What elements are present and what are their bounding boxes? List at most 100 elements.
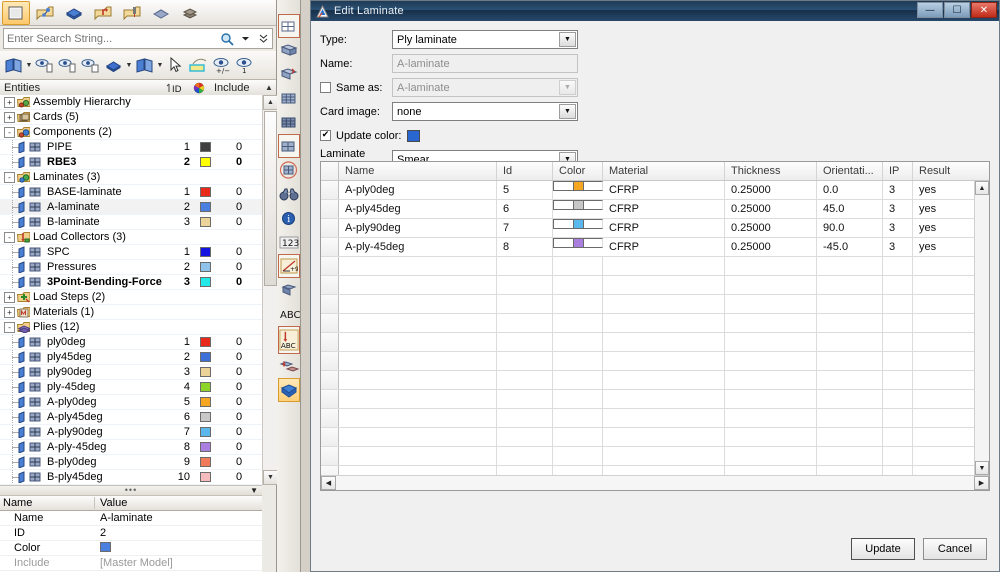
isolate-dropdown-icon[interactable]: ▼ [25, 53, 33, 78]
tree-item[interactable]: - Components (2) [0, 125, 262, 140]
tree-expander[interactable]: - [4, 321, 15, 333]
tree-item[interactable]: A-ply0deg 5 0 [0, 395, 262, 410]
element-display-icon[interactable] [133, 53, 156, 78]
cell-empty[interactable] [497, 390, 553, 408]
cell-empty[interactable] [603, 409, 725, 427]
cell-result[interactable]: yes [913, 238, 974, 256]
mesh-quality-icon[interactable] [278, 86, 300, 110]
tree-item[interactable]: + Assembly Hierarchy [0, 95, 262, 110]
table-empty-row[interactable] [321, 390, 974, 409]
cell-empty[interactable] [817, 466, 883, 475]
cell-ip[interactable]: 3 [883, 238, 913, 256]
cell-empty[interactable] [817, 352, 883, 370]
tree-item[interactable]: + Materials (1) [0, 305, 262, 320]
table-empty-row[interactable] [321, 276, 974, 295]
cancel-button[interactable]: Cancel [923, 538, 987, 560]
row-selector-cell[interactable] [321, 428, 339, 446]
cell-empty[interactable] [497, 276, 553, 294]
cell-empty[interactable] [339, 466, 497, 475]
table-header-c-id[interactable]: Id [497, 162, 553, 180]
cell-empty[interactable] [553, 371, 603, 389]
cell-empty[interactable] [817, 409, 883, 427]
cell-empty[interactable] [913, 447, 974, 465]
table-scroll-up-button[interactable]: ▲ [975, 181, 989, 195]
tree-expander[interactable]: - [4, 126, 15, 138]
cell-empty[interactable] [725, 428, 817, 446]
mesh-2d-icon[interactable] [278, 38, 300, 62]
table-empty-row[interactable] [321, 314, 974, 333]
row-selector-cell[interactable] [321, 333, 339, 351]
stack-browser-tab[interactable] [176, 1, 204, 25]
type-select[interactable]: Ply laminate ▼ [392, 30, 578, 49]
table-header-c-name[interactable]: Name [339, 162, 497, 180]
mesh-circle-select-icon[interactable] [278, 158, 300, 182]
search-expand-icon[interactable] [254, 29, 272, 48]
tree-expander[interactable]: + [4, 111, 15, 123]
table-header-c-ip[interactable]: IP [883, 162, 913, 180]
display-plus-minus-icon[interactable]: +/− [210, 53, 233, 78]
cell-empty[interactable] [817, 447, 883, 465]
table-empty-row[interactable] [321, 466, 974, 475]
dialog-title-bar[interactable]: Edit Laminate — ☐ ✕ [311, 1, 999, 21]
cell-empty[interactable] [883, 295, 913, 313]
tree-item-color-swatch[interactable] [194, 472, 216, 482]
same-as-select[interactable]: A-laminate ▼ [392, 78, 578, 97]
row-selector-cell[interactable] [321, 390, 339, 408]
cell-empty[interactable] [603, 257, 725, 275]
table-empty-row[interactable] [321, 447, 974, 466]
cell-material[interactable]: CFRP [603, 200, 725, 218]
tree-expander[interactable]: - [4, 171, 15, 183]
cell-empty[interactable] [339, 447, 497, 465]
cell-name[interactable]: A-ply0deg [339, 181, 497, 199]
cell-ip[interactable]: 3 [883, 200, 913, 218]
cell-empty[interactable] [497, 409, 553, 427]
table-vertical-scrollbar[interactable]: ▲ ▼ [974, 181, 989, 475]
isolate-icon[interactable] [2, 53, 25, 78]
table-empty-row[interactable] [321, 333, 974, 352]
abc-label-icon[interactable]: ABC [278, 302, 300, 326]
include-browser-tab[interactable] [118, 1, 146, 25]
header-scroll-up-icon[interactable]: ▲ [262, 83, 276, 92]
cell-orientation[interactable]: 45.0 [817, 200, 883, 218]
tree-item[interactable]: ply-45deg 4 0 [0, 380, 262, 395]
cell-empty[interactable] [725, 314, 817, 332]
tree-item[interactable]: A-ply45deg 6 0 [0, 410, 262, 425]
cell-empty[interactable] [553, 276, 603, 294]
table-scroll-left-button[interactable]: ◀ [321, 476, 336, 490]
mesh-3d-icon[interactable] [278, 62, 300, 86]
cell-empty[interactable] [725, 447, 817, 465]
table-body[interactable]: A-ply0deg 5 CFRP 0.25000 0.0 3 yes A-ply45deg 6 C… [321, 181, 974, 475]
table-empty-row[interactable] [321, 409, 974, 428]
table-row[interactable]: A-ply-45deg 8 CFRP 0.25000 -45.0 3 yes [321, 238, 974, 257]
row-selector-cell[interactable] [321, 447, 339, 465]
model-tree[interactable]: + Assembly Hierarchy + Cards (5) - Components… [0, 95, 262, 485]
cell-empty[interactable] [725, 352, 817, 370]
table-row[interactable]: A-ply0deg 5 CFRP 0.25000 0.0 3 yes [321, 181, 974, 200]
table-header-c-thk[interactable]: Thickness [725, 162, 817, 180]
tree-item-color-swatch[interactable] [194, 427, 216, 437]
tree-item-color-swatch[interactable] [194, 382, 216, 392]
highlight-entity-icon[interactable] [187, 53, 210, 78]
tree-item[interactable]: ply45deg 2 0 [0, 350, 262, 365]
tree-item[interactable]: B-ply45deg 10 0 [0, 470, 262, 485]
cell-empty[interactable] [817, 314, 883, 332]
angle-measure-icon[interactable]: +90 [277, 254, 300, 278]
cell-empty[interactable] [817, 257, 883, 275]
cell-id[interactable]: 6 [497, 200, 553, 218]
tree-item-color-swatch[interactable] [194, 157, 216, 167]
tree-vertical-scrollbar[interactable]: ▲ ▼ [262, 95, 278, 485]
display-one-icon[interactable]: 1 [233, 53, 256, 78]
cell-empty[interactable] [497, 352, 553, 370]
splitter-collapse-icon[interactable]: ▼ [250, 486, 258, 495]
shaded-geometry-icon[interactable] [102, 53, 125, 78]
mesh-solid-icon[interactable] [278, 110, 300, 134]
cell-thickness[interactable]: 0.25000 [725, 219, 817, 237]
row-selector-cell[interactable] [321, 238, 339, 256]
solver-browser-tab[interactable] [89, 1, 117, 25]
search-options-chevron-icon[interactable] [236, 29, 254, 48]
update-color-swatch[interactable] [407, 129, 421, 142]
cell-empty[interactable] [603, 314, 725, 332]
cell-result[interactable]: yes [913, 181, 974, 199]
card-image-select[interactable]: none ▼ [392, 102, 578, 121]
property-row[interactable]: ID 2 [0, 526, 262, 541]
